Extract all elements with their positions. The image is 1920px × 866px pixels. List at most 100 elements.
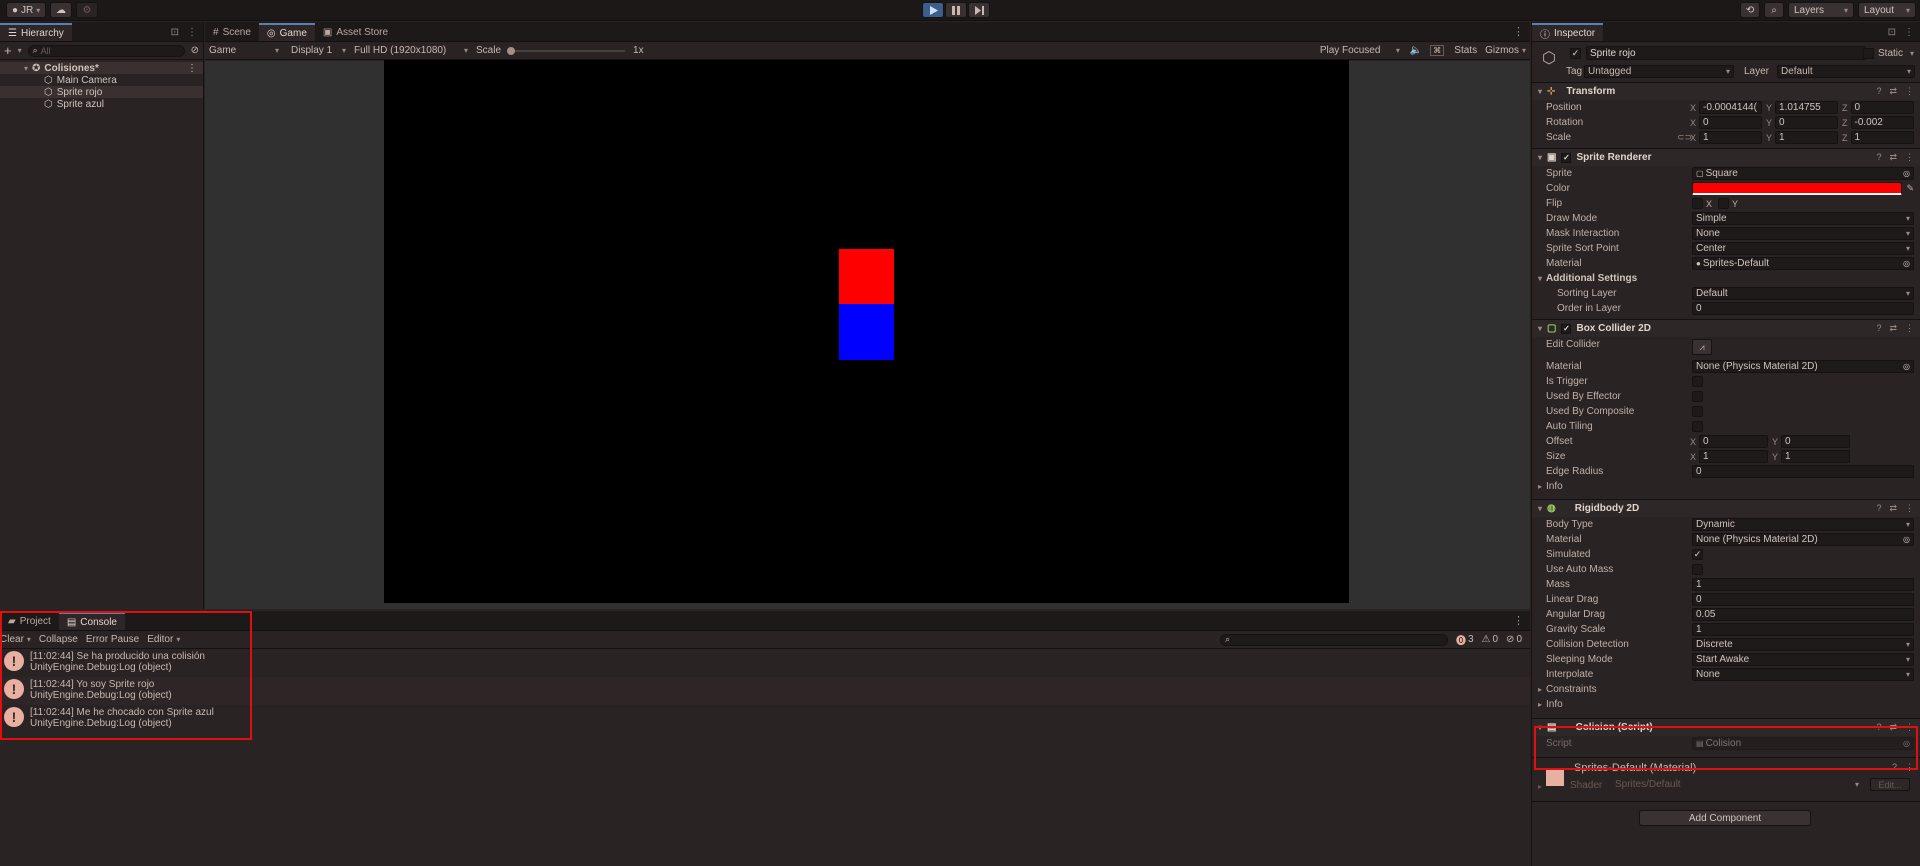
- edit-collider-button[interactable]: ⩘: [1692, 339, 1712, 355]
- offset-y[interactable]: 0: [1781, 435, 1850, 448]
- target-icon[interactable]: ◎: [1903, 739, 1910, 748]
- rigidbody-header[interactable]: ▾ ◍ Rigidbody 2D ? ⇄ ⋮: [1532, 499, 1920, 517]
- preset-icon[interactable]: ⇄: [1889, 323, 1897, 334]
- scene-item[interactable]: ▾ ✪ Colisiones* ⋮: [0, 62, 203, 74]
- gravity-field[interactable]: 1: [1692, 623, 1914, 636]
- auto-tiling-checkbox[interactable]: [1692, 421, 1703, 432]
- shader-dropdown[interactable]: Sprites/Default ▾: [1612, 778, 1862, 791]
- chevron-right-icon[interactable]: ▸: [1538, 782, 1542, 791]
- edge-radius-field[interactable]: 0: [1692, 465, 1914, 478]
- display-dropdown[interactable]: Display 1 ▾: [291, 45, 346, 56]
- game-mode-dropdown[interactable]: Game ▾: [209, 45, 279, 56]
- more-icon[interactable]: ⋮: [1905, 503, 1914, 514]
- target-icon[interactable]: ◎: [1903, 362, 1910, 371]
- add-component-button[interactable]: Add Component: [1639, 810, 1811, 826]
- draw-mode-dropdown[interactable]: Simple: [1692, 212, 1914, 225]
- tab-asset-store[interactable]: ▣ Asset Store: [315, 23, 396, 41]
- chevron-down-icon[interactable]: ▾: [18, 46, 22, 55]
- pause-button[interactable]: [945, 2, 967, 18]
- scale-slider[interactable]: [507, 46, 626, 56]
- is-trigger-checkbox[interactable]: [1692, 376, 1703, 387]
- mass-field[interactable]: 1: [1692, 578, 1914, 591]
- more-icon[interactable]: ⋮: [187, 27, 197, 38]
- resolution-dropdown[interactable]: Full HD (1920x1080) ▾: [354, 45, 468, 56]
- tab-inspector[interactable]: ⓘ Inspector: [1532, 23, 1604, 41]
- game-canvas[interactable]: [384, 60, 1349, 603]
- body-type-dropdown[interactable]: Dynamic: [1692, 518, 1914, 531]
- add-icon[interactable]: +: [4, 43, 12, 58]
- rotation-y[interactable]: 0: [1775, 116, 1838, 129]
- tab-console[interactable]: ▤ Console: [58, 612, 125, 630]
- layer-dropdown[interactable]: Default ▾: [1777, 65, 1915, 78]
- size-y[interactable]: 1: [1781, 450, 1850, 463]
- tab-hierarchy[interactable]: ☰ Hierarchy: [0, 23, 72, 41]
- help-icon[interactable]: ?: [1876, 152, 1881, 163]
- help-icon[interactable]: ?: [1892, 762, 1897, 773]
- gizmos-dropdown[interactable]: Gizmos ▾: [1485, 45, 1526, 56]
- more-icon[interactable]: ⋮: [187, 63, 203, 74]
- sprite-field[interactable]: ▢ Square ◎: [1692, 167, 1914, 180]
- constraints-foldout[interactable]: ▸ Constraints: [1532, 682, 1920, 697]
- rotation-z[interactable]: -0.002: [1850, 116, 1914, 129]
- clear-button[interactable]: Clear ▾: [0, 634, 31, 645]
- console-search[interactable]: ⌕: [1219, 633, 1448, 646]
- collision-detection-dropdown[interactable]: Discrete: [1692, 638, 1914, 651]
- preset-icon[interactable]: ⇄: [1889, 722, 1897, 733]
- log-entry[interactable]: ! [11:02:44] Yo soy Sprite rojo UnityEng…: [0, 677, 1530, 705]
- preset-icon[interactable]: ⇄: [1889, 86, 1897, 97]
- collapse-button[interactable]: Collapse: [39, 634, 78, 645]
- tab-game[interactable]: ◎ Game: [258, 23, 315, 41]
- audio-icon[interactable]: 🔈: [1410, 45, 1422, 56]
- sprite-renderer-header[interactable]: ▾ ▣ ✓ Sprite Renderer ? ⇄ ⋮: [1532, 148, 1920, 166]
- auto-mass-checkbox[interactable]: [1692, 564, 1703, 575]
- hierarchy-search[interactable]: ⌕ All: [27, 44, 185, 57]
- rb-material-field[interactable]: None (Physics Material 2D) ◎: [1692, 533, 1914, 546]
- material-field[interactable]: ● Sprites-Default ◎: [1692, 257, 1914, 270]
- active-checkbox[interactable]: ✓: [1570, 48, 1581, 59]
- filter-icon[interactable]: ⊘: [191, 45, 199, 56]
- layout-dropdown[interactable]: Layout ▾: [1858, 2, 1916, 18]
- transform-header[interactable]: ▾ ⊹ Transform ? ⇄ ⋮: [1532, 82, 1920, 100]
- more-icon[interactable]: ⋮: [1905, 722, 1914, 733]
- log-entry[interactable]: ! [11:02:44] Me he chocado con Sprite az…: [0, 705, 1530, 733]
- scale-slider-thumb[interactable]: [507, 46, 516, 55]
- play-button[interactable]: [922, 2, 944, 18]
- more-icon[interactable]: ⋮: [1507, 25, 1530, 41]
- more-icon[interactable]: ⋮: [1507, 614, 1530, 630]
- object-name-field[interactable]: Sprite rojo: [1586, 46, 1866, 60]
- search-button[interactable]: ⌕: [1764, 2, 1784, 18]
- more-icon[interactable]: ⋮: [1905, 323, 1914, 334]
- edit-shader-button[interactable]: Edit...: [1870, 778, 1910, 791]
- hierarchy-item-sprite-azul[interactable]: ⬡ Sprite azul: [0, 98, 203, 110]
- size-x[interactable]: 1: [1699, 450, 1768, 463]
- rb-info-foldout[interactable]: ▸ Info: [1532, 697, 1920, 712]
- scale-x[interactable]: 1: [1699, 131, 1762, 144]
- offset-x[interactable]: 0: [1699, 435, 1768, 448]
- help-icon[interactable]: ?: [1876, 323, 1881, 334]
- layers-dropdown[interactable]: Layers ▾: [1788, 2, 1854, 18]
- used-by-composite-checkbox[interactable]: [1692, 406, 1703, 417]
- help-icon[interactable]: ?: [1876, 722, 1881, 733]
- hierarchy-item-main-camera[interactable]: ⬡ Main Camera: [0, 74, 203, 86]
- editor-dropdown[interactable]: Editor ▾: [147, 634, 180, 645]
- lock-icon[interactable]: ⊡: [171, 27, 179, 38]
- preset-icon[interactable]: ⇄: [1889, 503, 1897, 514]
- collab-button[interactable]: ⚙: [76, 2, 98, 18]
- help-icon[interactable]: ?: [1876, 503, 1881, 514]
- mask-dropdown[interactable]: None: [1692, 227, 1914, 240]
- chevron-down-icon[interactable]: ▾: [1910, 49, 1914, 58]
- scale-z[interactable]: 1: [1850, 131, 1914, 144]
- account-dropdown[interactable]: ● JR ▾: [6, 2, 47, 18]
- simulated-checkbox[interactable]: ✓: [1692, 549, 1703, 560]
- sorting-layer-dropdown[interactable]: Default: [1692, 287, 1914, 300]
- order-field[interactable]: 0: [1692, 302, 1914, 315]
- cloud-button[interactable]: ☁: [50, 2, 72, 18]
- target-icon[interactable]: ◎: [1903, 259, 1910, 268]
- play-focused-dropdown[interactable]: Play Focused ▾: [1320, 45, 1400, 56]
- color-swatch[interactable]: [1692, 182, 1902, 195]
- step-button[interactable]: [968, 2, 990, 18]
- shortcuts-icon[interactable]: ⌘: [1430, 45, 1445, 56]
- warning-count[interactable]: ⚠ 0: [1482, 634, 1499, 645]
- used-by-effector-checkbox[interactable]: [1692, 391, 1703, 402]
- lock-icon[interactable]: ⊡: [1888, 27, 1896, 38]
